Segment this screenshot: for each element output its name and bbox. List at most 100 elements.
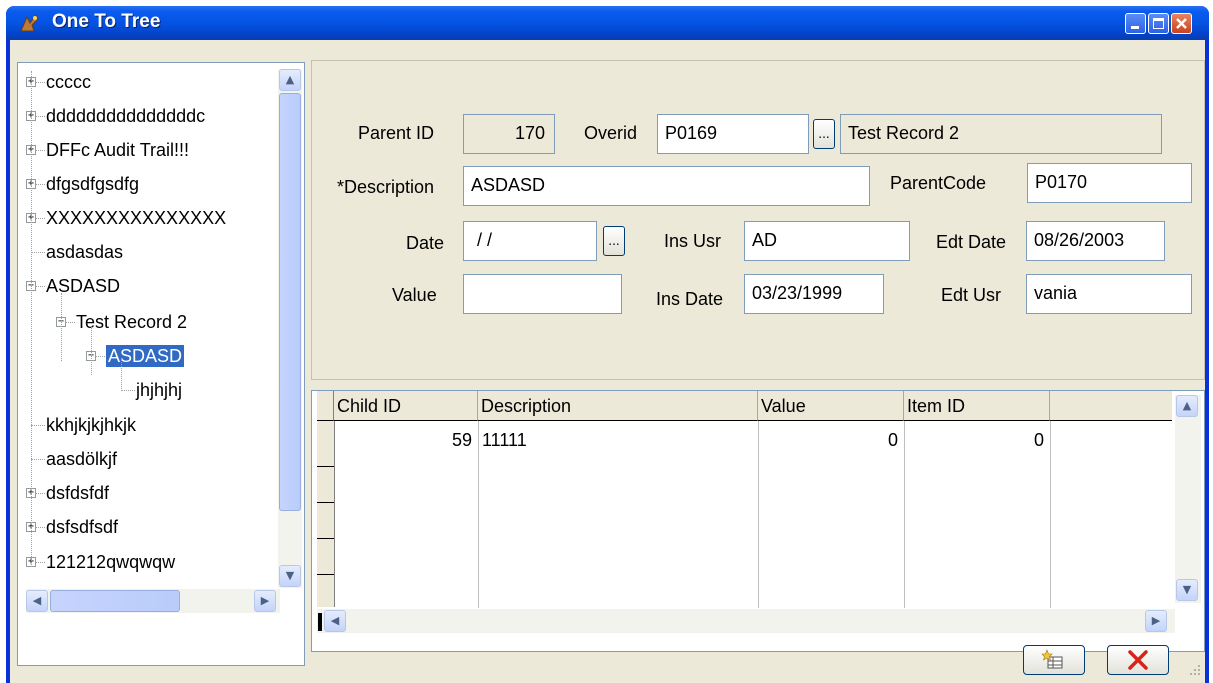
date-label: Date bbox=[406, 233, 445, 253]
child-records-grid[interactable]: Child ID Description Value Item ID 59 11… bbox=[311, 390, 1205, 652]
tree-item[interactable]: aasdölkjf bbox=[46, 448, 117, 470]
parentcode-field[interactable]: P0170 bbox=[1027, 163, 1192, 203]
tree-horizontal-scrollbar[interactable]: ◀ ▶ bbox=[26, 589, 280, 613]
grid-scroll-right-button[interactable]: ▶ bbox=[1145, 610, 1167, 632]
chevron-right-icon: ▶ bbox=[1151, 614, 1161, 627]
date-picker-button[interactable]: ... bbox=[603, 226, 625, 256]
tree-connector-line bbox=[91, 327, 92, 375]
cell-value[interactable]: 0 bbox=[758, 430, 898, 451]
grid-horizontal-scrollbar[interactable]: ◀ ▶ bbox=[317, 609, 1175, 633]
tree-item[interactable]: ccccc bbox=[46, 71, 91, 93]
grid-corner bbox=[317, 391, 334, 421]
current-row-marker bbox=[318, 613, 322, 631]
tree-vertical-scroll-thumb[interactable] bbox=[279, 93, 301, 511]
tree-connector-line bbox=[31, 459, 45, 460]
ins-date-field[interactable]: 03/23/1999 bbox=[744, 274, 884, 314]
edt-usr-label: Edt Usr bbox=[941, 285, 1002, 305]
tree-item[interactable]: dfgsdfgsdfg bbox=[46, 173, 139, 195]
app-icon bbox=[20, 14, 39, 32]
row-divider bbox=[317, 574, 334, 575]
minimize-button[interactable] bbox=[1125, 13, 1146, 34]
chevron-down-icon: ▼ bbox=[285, 569, 295, 582]
parent-id-field[interactable]: 170 bbox=[463, 114, 555, 154]
ins-date-label: Ins Date bbox=[656, 289, 724, 309]
ins-usr-label: Ins Usr bbox=[664, 231, 722, 251]
tree-item[interactable]: dsfsdfsdf bbox=[46, 516, 118, 538]
value-field[interactable] bbox=[463, 274, 622, 314]
tree-item[interactable]: ASDASD bbox=[46, 275, 120, 297]
edt-date-label: Edt Date bbox=[936, 232, 1007, 252]
edt-date-field[interactable]: 08/26/2003 bbox=[1026, 221, 1165, 261]
column-divider bbox=[478, 421, 479, 608]
column-header-description[interactable]: Description bbox=[478, 391, 758, 421]
cell-description[interactable]: 11111 bbox=[482, 430, 752, 451]
title-bar[interactable]: One To Tree bbox=[6, 6, 1209, 40]
row-divider bbox=[317, 538, 334, 539]
cancel-x-icon bbox=[1128, 650, 1148, 670]
grid-scroll-up-button[interactable]: ▲ bbox=[1176, 395, 1198, 417]
value-label: Value bbox=[392, 285, 437, 305]
tree-item[interactable]: asdasdas bbox=[46, 241, 123, 263]
maximize-button[interactable] bbox=[1148, 13, 1169, 34]
app-window: One To Tree + ccccc + dddddddddddddddc + DFFc… bbox=[6, 6, 1209, 683]
record-tree[interactable]: + ccccc + dddddddddddddddc + DFFc Audit Trail… bbox=[17, 62, 305, 666]
tree-item[interactable]: DFFc Audit Trail!!! bbox=[46, 139, 189, 161]
new-record-button[interactable] bbox=[1023, 645, 1085, 675]
description-label: *Description bbox=[337, 177, 435, 197]
scroll-left-button[interactable]: ◀ bbox=[26, 590, 48, 612]
client-area: + ccccc + dddddddddddddddc + DFFc Audit Trail… bbox=[10, 40, 1205, 683]
scroll-right-button[interactable]: ▶ bbox=[254, 590, 276, 612]
record-form-panel: Parent ID 170 Overid P0169 ... Test Reco… bbox=[311, 60, 1205, 380]
chevron-up-icon: ▲ bbox=[285, 73, 295, 86]
cancel-button[interactable] bbox=[1107, 645, 1169, 675]
close-icon bbox=[1176, 18, 1187, 29]
row-divider bbox=[317, 502, 334, 503]
tree-connector-line bbox=[31, 425, 45, 426]
maximize-icon bbox=[1153, 18, 1164, 29]
close-button[interactable] bbox=[1171, 13, 1192, 34]
grid-scroll-down-button[interactable]: ▼ bbox=[1176, 579, 1198, 601]
overid-description-field[interactable]: Test Record 2 bbox=[840, 114, 1162, 154]
tree-item[interactable]: 121212qwqwqw bbox=[46, 551, 175, 573]
chevron-down-icon: ▼ bbox=[1182, 583, 1192, 596]
column-header-item-id[interactable]: Item ID bbox=[904, 391, 1050, 421]
tree-item[interactable]: kkhjkjkjhkjk bbox=[46, 414, 136, 436]
chevron-right-icon: ▶ bbox=[260, 594, 270, 607]
minimize-icon bbox=[1131, 26, 1139, 29]
cell-child-id[interactable]: 59 bbox=[334, 430, 472, 451]
column-header-value[interactable]: Value bbox=[758, 391, 904, 421]
grid-vertical-scrollbar[interactable]: ▲ ▼ bbox=[1175, 395, 1201, 603]
tree-item[interactable]: ASDASD bbox=[106, 345, 185, 367]
chevron-left-icon: ◀ bbox=[32, 594, 42, 607]
tree-connector-line bbox=[121, 390, 135, 391]
cell-item-id[interactable]: 0 bbox=[904, 430, 1044, 451]
column-header-child-id[interactable]: Child ID bbox=[334, 391, 478, 421]
tree-connector-line bbox=[31, 71, 32, 567]
tree-vertical-scrollbar[interactable]: ▲ ▼ bbox=[278, 69, 302, 588]
edt-usr-field[interactable]: vania bbox=[1026, 274, 1192, 314]
column-header-filler bbox=[1050, 391, 1172, 421]
date-field[interactable]: / / bbox=[463, 221, 597, 261]
scroll-down-button[interactable]: ▼ bbox=[279, 565, 301, 587]
chevron-up-icon: ▲ bbox=[1182, 399, 1192, 412]
column-divider bbox=[1050, 421, 1051, 608]
tree-item[interactable]: dsfdsfdf bbox=[46, 482, 109, 504]
scroll-up-button[interactable]: ▲ bbox=[279, 69, 301, 91]
grid-scroll-left-button[interactable]: ◀ bbox=[324, 610, 346, 632]
tree-item[interactable]: Test Record 2 bbox=[76, 311, 187, 333]
overid-field[interactable]: P0169 bbox=[657, 114, 809, 154]
new-record-icon bbox=[1041, 649, 1063, 669]
window-title: One To Tree bbox=[52, 11, 161, 32]
tree-item[interactable]: jhjhjhj bbox=[136, 379, 182, 401]
tree-item[interactable]: dddddddddddddddc bbox=[46, 105, 205, 127]
tree-connector-line bbox=[121, 359, 122, 389]
tree-horizontal-scroll-thumb[interactable] bbox=[50, 590, 180, 612]
ins-usr-field[interactable]: AD bbox=[744, 221, 910, 261]
tree-item[interactable]: XXXXXXXXXXXXXXX bbox=[46, 207, 226, 229]
description-field[interactable]: ASDASD bbox=[463, 166, 870, 206]
parent-id-label: Parent ID bbox=[358, 123, 435, 143]
chevron-left-icon: ◀ bbox=[330, 614, 340, 627]
resize-grip-icon[interactable] bbox=[1188, 663, 1202, 677]
tree-connector-line bbox=[31, 252, 45, 253]
overid-lookup-button[interactable]: ... bbox=[813, 119, 835, 149]
